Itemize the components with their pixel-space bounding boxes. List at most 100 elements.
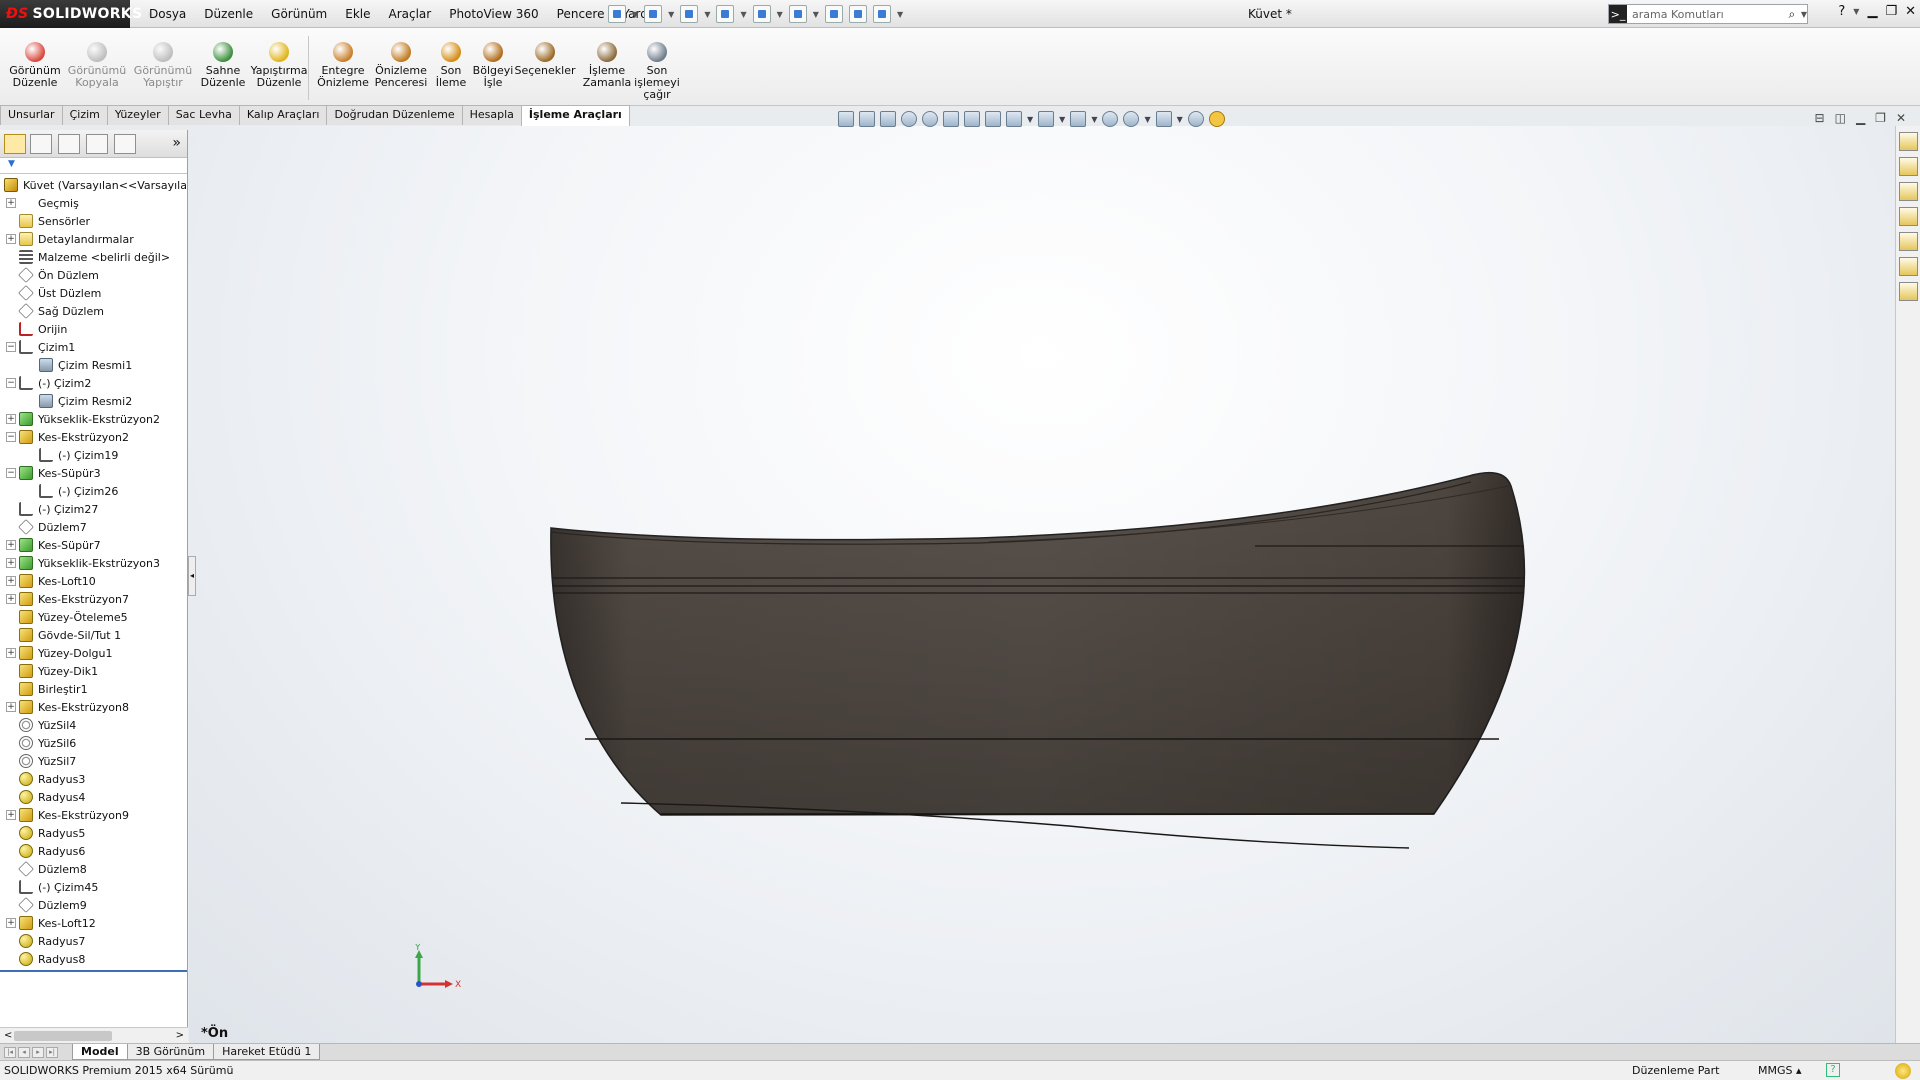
design-library-icon[interactable] (1899, 157, 1918, 176)
solidworks-resources-icon[interactable] (1899, 132, 1918, 151)
new-document-icon[interactable] (608, 5, 626, 23)
tree-item[interactable]: + Geçmiş (6, 194, 79, 212)
tab-motion-study[interactable]: Hareket Etüdü 1 (213, 1044, 321, 1060)
display-manager-tab-icon[interactable] (114, 134, 136, 154)
hide-show-dropdown-icon[interactable]: ▼ (1091, 115, 1097, 124)
tree-item[interactable]: YüzSil7 (6, 752, 76, 770)
custom-properties-icon[interactable] (1899, 257, 1918, 276)
scroll-right-icon[interactable]: > (176, 1030, 184, 1041)
close-icon[interactable]: ✕ (1905, 4, 1916, 19)
tree-item[interactable]: Radyus5 (6, 824, 85, 842)
rollback-bar[interactable] (0, 970, 187, 972)
expand-icon[interactable]: + (6, 594, 16, 604)
tree-item[interactable]: (-) Çizim27 (6, 500, 98, 518)
expand-icon[interactable]: + (6, 810, 16, 820)
zoom-to-fit-icon[interactable] (838, 111, 854, 127)
viewport-close-icon[interactable]: ✕ (1896, 111, 1906, 125)
realview-icon[interactable] (1187, 111, 1204, 127)
tree-item[interactable]: − (-) Çizim2 (6, 374, 91, 392)
paste-appearance-button[interactable]: Görünümü Yapıştır (132, 42, 194, 89)
featuremanager-filter[interactable] (0, 158, 187, 174)
search-dropdown-icon[interactable]: ▼ (1801, 10, 1807, 19)
tree-item[interactable]: Birleştir1 (6, 680, 88, 698)
tab-kalıp-araçları[interactable]: Kalıp Araçları (238, 105, 328, 125)
search-icon[interactable]: ⌕ (1783, 7, 1801, 22)
tree-item[interactable]: Sensörler (6, 212, 90, 230)
integrated-preview-button[interactable]: Entegre Önizleme (312, 42, 374, 89)
last-tab-icon[interactable]: ▸| (46, 1046, 58, 1058)
solidworks-forum-icon[interactable] (1899, 282, 1918, 301)
scroll-thumb[interactable] (14, 1031, 112, 1041)
tree-item[interactable]: Düzlem9 (6, 896, 87, 914)
expand-icon[interactable]: + (6, 558, 16, 568)
tab-3d-view[interactable]: 3B Görünüm (126, 1044, 215, 1060)
select-cursor-icon[interactable] (788, 5, 807, 23)
view-orientation-dropdown-icon[interactable]: ▼ (1027, 115, 1033, 124)
open-folder-icon[interactable] (644, 5, 663, 23)
menu-ekle[interactable]: Ekle (336, 7, 379, 21)
tab-çizim[interactable]: Çizim (61, 105, 108, 125)
edit-appearance-button[interactable]: Görünüm Düzenle (4, 42, 66, 89)
tree-item[interactable]: + Yükseklik-Ekstrüzyon3 (6, 554, 160, 572)
search-input[interactable]: arama Komutları (1627, 8, 1783, 21)
expand-icon[interactable]: + (6, 702, 16, 712)
expand-icon[interactable]: + (6, 198, 16, 208)
tree-item[interactable]: Gövde-Sil/Tut 1 (6, 626, 121, 644)
tree-horizontal-scrollbar[interactable]: < > (0, 1027, 188, 1043)
menu-duzenle[interactable]: Düzenle (195, 7, 262, 21)
tree-item[interactable]: + Yüzey-Dolgu1 (6, 644, 112, 662)
view-orientation-icon[interactable] (1006, 111, 1022, 127)
menu-araclar[interactable]: Araçlar (380, 7, 441, 21)
apply-scene-icon[interactable] (1123, 111, 1140, 127)
menu-dosya[interactable]: Dosya (140, 7, 195, 21)
tile-vertical-icon[interactable]: ◫ (1835, 111, 1846, 125)
panel-collapse-handle[interactable]: ◂ (188, 556, 196, 596)
tree-item[interactable]: Radyus8 (6, 950, 85, 968)
tree-item[interactable]: − Kes-Ekstrüzyon2 (6, 428, 129, 446)
featuremanager-tree-tab-icon[interactable] (4, 134, 26, 154)
display-style-dropdown-icon[interactable]: ▼ (1059, 115, 1065, 124)
configuration-manager-tab-icon[interactable] (58, 134, 80, 154)
tree-item[interactable]: Radyus6 (6, 842, 85, 860)
expand-icon[interactable]: + (6, 648, 16, 658)
tree-item[interactable]: Radyus4 (6, 788, 85, 806)
scene-dropdown-icon[interactable]: ▼ (1144, 115, 1150, 124)
tree-item[interactable]: + Kes-Süpür7 (6, 536, 101, 554)
edit-appearance-hud-icon[interactable] (1102, 111, 1119, 127)
options-icon[interactable] (872, 5, 891, 23)
tree-item[interactable]: − Kes-Süpür3 (6, 464, 101, 482)
restore-icon[interactable]: ❐ (1885, 4, 1897, 19)
previous-view-icon[interactable] (880, 111, 896, 127)
new-dropdown-icon[interactable]: ▼ (632, 10, 638, 19)
view-settings-dropdown-icon[interactable]: ▼ (1177, 115, 1183, 124)
tree-item[interactable]: + Detaylandırmalar (6, 230, 134, 248)
print-icon[interactable] (716, 5, 735, 23)
select-dropdown-icon[interactable]: ▼ (813, 10, 819, 19)
menu-gorunum[interactable]: Görünüm (262, 7, 336, 21)
view-palette-icon[interactable] (1899, 207, 1918, 226)
file-explorer-icon[interactable] (1899, 182, 1918, 201)
viewport-restore-icon[interactable]: ❐ (1875, 111, 1886, 125)
help-dropdown-icon[interactable]: ▼ (1853, 7, 1859, 16)
next-tab-icon[interactable]: ▸ (32, 1046, 44, 1058)
rotate-view-icon[interactable] (985, 111, 1001, 127)
tree-item[interactable]: + Kes-Ekstrüzyon8 (6, 698, 129, 716)
graphics-area[interactable]: Y X *Ön (189, 126, 1895, 1043)
tab-model[interactable]: Model (72, 1044, 128, 1060)
tree-item[interactable]: + Kes-Ekstrüzyon7 (6, 590, 129, 608)
dynamic-annotation-icon[interactable] (964, 111, 980, 127)
expand-icon[interactable]: + (6, 576, 16, 586)
section-view-icon[interactable] (943, 111, 959, 127)
tab-yüzeyler[interactable]: Yüzeyler (106, 105, 169, 125)
expand-panel-icon[interactable]: » (172, 135, 181, 151)
menu-photoview[interactable]: PhotoView 360 (440, 7, 547, 21)
save-dropdown-icon[interactable]: ▼ (704, 10, 710, 19)
expand-icon[interactable]: + (6, 540, 16, 550)
tree-item[interactable]: (-) Çizim45 (6, 878, 98, 896)
photoview-render-icon[interactable] (1208, 111, 1225, 127)
viewport-minimize-icon[interactable]: ▁ (1856, 111, 1865, 125)
appearances-scenes-icon[interactable] (1899, 232, 1918, 251)
tree-item[interactable]: + Kes-Loft10 (6, 572, 96, 590)
file-properties-icon[interactable] (848, 5, 867, 23)
recall-last-render-button[interactable]: Son işlemeyi çağır (626, 42, 688, 101)
